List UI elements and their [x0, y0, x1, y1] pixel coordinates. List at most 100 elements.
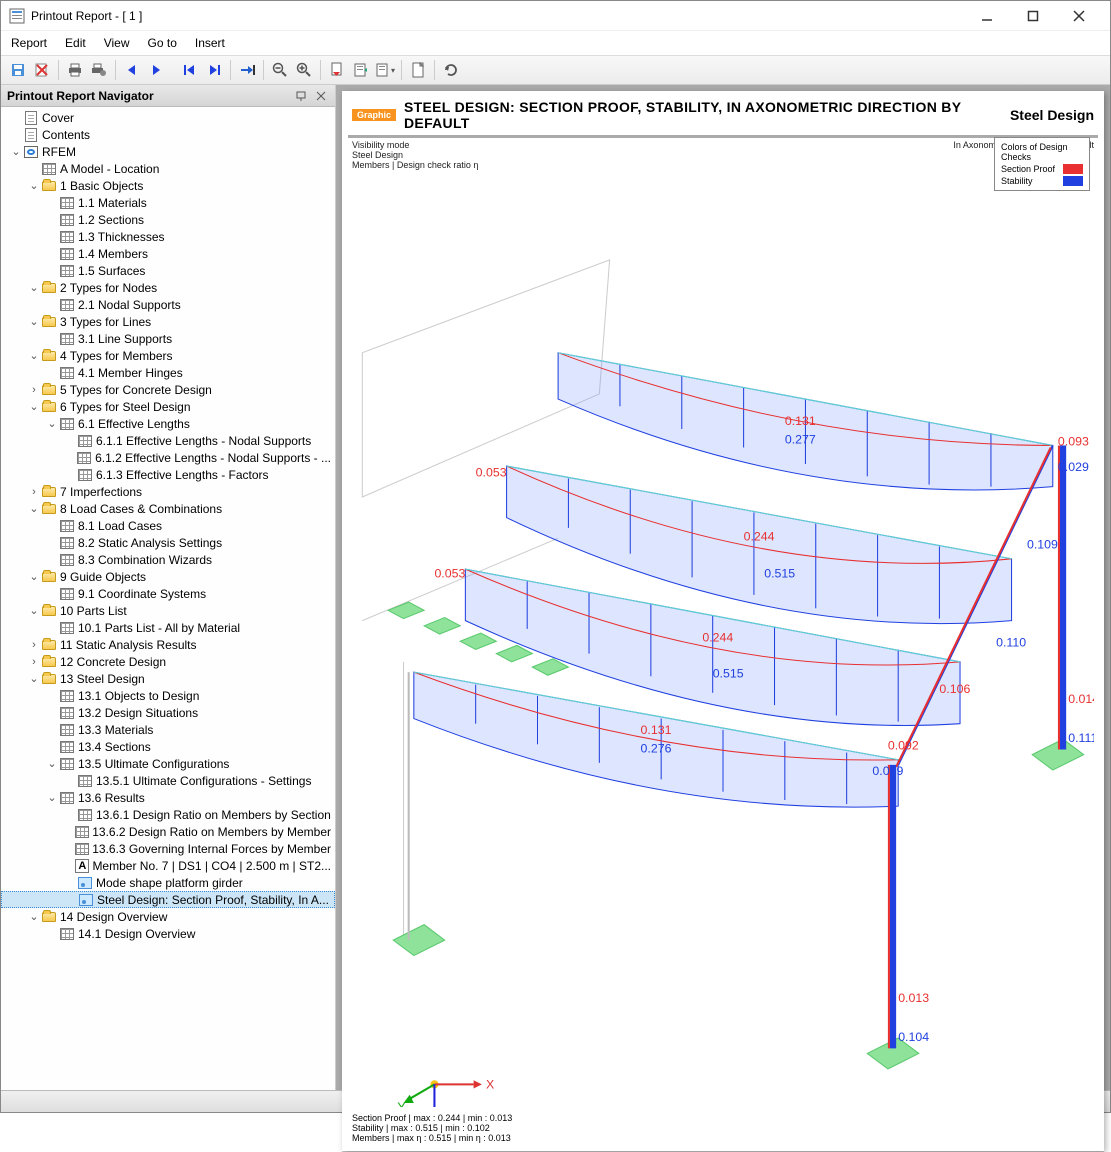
chevron-down-icon[interactable]: ⌄ [27, 400, 41, 413]
tree-item[interactable]: Steel Design: Section Proof, Stability, … [1, 891, 335, 908]
tree-item[interactable]: 13.5.1 Ultimate Configurations - Setting… [1, 772, 335, 789]
chevron-down-icon[interactable]: ⌄ [27, 281, 41, 294]
pin-icon[interactable] [293, 88, 309, 104]
menu-report[interactable]: Report [11, 36, 47, 50]
menu-goto[interactable]: Go to [148, 36, 177, 50]
export-pdf-icon[interactable] [326, 59, 348, 81]
tree-item[interactable]: ›11 Static Analysis Results [1, 636, 335, 653]
navigator-tree[interactable]: CoverContents⌄RFEMA Model - Location⌄1 B… [1, 107, 335, 1090]
tree-item[interactable]: 13.6.3 Governing Internal Forces by Memb… [1, 840, 335, 857]
rfem-icon [23, 145, 39, 159]
print-setup-icon[interactable] [88, 59, 110, 81]
tree-item[interactable]: 8.3 Combination Wizards [1, 551, 335, 568]
tree-item[interactable]: 1.1 Materials [1, 194, 335, 211]
tree-item[interactable]: 1.4 Members [1, 245, 335, 262]
menu-insert[interactable]: Insert [195, 36, 225, 50]
tree-item[interactable]: ›5 Types for Concrete Design [1, 381, 335, 398]
svg-text:0.014: 0.014 [1068, 692, 1094, 706]
chevron-down-icon[interactable]: ⌄ [27, 179, 41, 192]
tree-item[interactable]: 4.1 Member Hinges [1, 364, 335, 381]
first-page-icon[interactable] [179, 59, 201, 81]
tree-item[interactable]: 3.1 Line Supports [1, 330, 335, 347]
tree-item[interactable]: AMember No. 7 | DS1 | CO4 | 2.500 m | ST… [1, 857, 335, 874]
tree-item[interactable]: 9.1 Coordinate Systems [1, 585, 335, 602]
tree-item[interactable]: 8.1 Load Cases [1, 517, 335, 534]
tree-item[interactable]: ⌄6 Types for Steel Design [1, 398, 335, 415]
tree-item[interactable]: 6.1.1 Effective Lengths - Nodal Supports [1, 432, 335, 449]
chevron-down-icon[interactable]: ⌄ [9, 145, 23, 158]
new-doc-icon[interactable] [407, 59, 429, 81]
chevron-right-icon[interactable]: › [27, 639, 41, 651]
tree-item[interactable]: ⌄1 Basic Objects [1, 177, 335, 194]
tree-item[interactable]: 2.1 Nodal Supports [1, 296, 335, 313]
tree-item[interactable]: ⌄9 Guide Objects [1, 568, 335, 585]
tree-item[interactable]: 6.1.2 Effective Lengths - Nodal Supports… [1, 449, 335, 466]
tree-item[interactable]: A Model - Location [1, 160, 335, 177]
tree-item[interactable]: ⌄14 Design Overview [1, 908, 335, 925]
tree-item[interactable]: 13.6.1 Design Ratio on Members by Sectio… [1, 806, 335, 823]
menu-view[interactable]: View [104, 36, 130, 50]
chevron-down-icon[interactable]: ⌄ [27, 315, 41, 328]
zoom-in-icon[interactable] [293, 59, 315, 81]
chevron-down-icon[interactable]: ⌄ [27, 570, 41, 583]
settings-icon[interactable]: ▾ [374, 59, 396, 81]
chevron-down-icon[interactable]: ⌄ [27, 502, 41, 515]
minimize-button[interactable] [964, 1, 1010, 31]
horizontal-scrollbar[interactable] [342, 1151, 1104, 1152]
refresh-icon[interactable] [440, 59, 462, 81]
chevron-right-icon[interactable]: › [27, 656, 41, 668]
folder-icon [41, 281, 57, 295]
tree-item-label: 6.1.2 Effective Lengths - Nodal Supports… [95, 451, 331, 465]
maximize-button[interactable] [1010, 1, 1056, 31]
tree-item[interactable]: ⌄2 Types for Nodes [1, 279, 335, 296]
tree-item[interactable]: Cover [1, 109, 335, 126]
chevron-down-icon[interactable]: ⌄ [27, 604, 41, 617]
export-icon[interactable] [350, 59, 372, 81]
tree-item[interactable]: 13.3 Materials [1, 721, 335, 738]
prev-page-icon[interactable] [121, 59, 143, 81]
close-button[interactable] [1056, 1, 1102, 31]
tree-item[interactable]: 13.1 Objects to Design [1, 687, 335, 704]
tree-item[interactable]: ⌄8 Load Cases & Combinations [1, 500, 335, 517]
chevron-down-icon[interactable]: ⌄ [45, 757, 59, 770]
tree-item[interactable]: Mode shape platform girder [1, 874, 335, 891]
close-panel-icon[interactable] [313, 88, 329, 104]
tree-item[interactable]: 1.2 Sections [1, 211, 335, 228]
tree-item[interactable]: ⌄10 Parts List [1, 602, 335, 619]
chevron-down-icon[interactable]: ⌄ [27, 672, 41, 685]
tree-item[interactable]: 8.2 Static Analysis Settings [1, 534, 335, 551]
tree-item[interactable]: ⌄4 Types for Members [1, 347, 335, 364]
tree-item[interactable]: Contents [1, 126, 335, 143]
print-icon[interactable] [64, 59, 86, 81]
next-page-icon[interactable] [145, 59, 167, 81]
delete-icon[interactable] [31, 59, 53, 81]
chevron-right-icon[interactable]: › [27, 486, 41, 498]
tree-item[interactable]: 14.1 Design Overview [1, 925, 335, 942]
tree-item[interactable]: 10.1 Parts List - All by Material [1, 619, 335, 636]
chevron-right-icon[interactable]: › [27, 384, 41, 396]
chevron-down-icon[interactable]: ⌄ [45, 791, 59, 804]
goto-icon[interactable] [236, 59, 258, 81]
tree-item[interactable]: ⌄6.1 Effective Lengths [1, 415, 335, 432]
last-page-icon[interactable] [203, 59, 225, 81]
tree-item[interactable]: 6.1.3 Effective Lengths - Factors [1, 466, 335, 483]
zoom-out-icon[interactable] [269, 59, 291, 81]
tree-item[interactable]: ⌄3 Types for Lines [1, 313, 335, 330]
menu-edit[interactable]: Edit [65, 36, 86, 50]
chevron-down-icon[interactable]: ⌄ [27, 910, 41, 923]
tree-item[interactable]: ›12 Concrete Design [1, 653, 335, 670]
tree-item[interactable]: 1.3 Thicknesses [1, 228, 335, 245]
chevron-down-icon[interactable]: ⌄ [27, 349, 41, 362]
tree-item[interactable]: ⌄13.6 Results [1, 789, 335, 806]
tree-item[interactable]: 13.4 Sections [1, 738, 335, 755]
tree-item[interactable]: ⌄RFEM [1, 143, 335, 160]
tree-item[interactable]: ›7 Imperfections [1, 483, 335, 500]
save-icon[interactable] [7, 59, 29, 81]
tree-item[interactable]: 13.2 Design Situations [1, 704, 335, 721]
tree-item[interactable]: ⌄13 Steel Design [1, 670, 335, 687]
chevron-down-icon[interactable]: ⌄ [45, 417, 59, 430]
table-icon [59, 213, 75, 227]
tree-item[interactable]: 13.6.2 Design Ratio on Members by Member [1, 823, 335, 840]
tree-item[interactable]: ⌄13.5 Ultimate Configurations [1, 755, 335, 772]
tree-item[interactable]: 1.5 Surfaces [1, 262, 335, 279]
